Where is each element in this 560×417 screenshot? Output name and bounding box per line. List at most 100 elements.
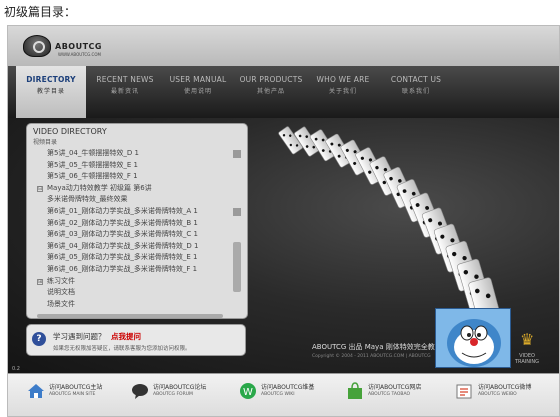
nav-label-en: DIRECTORY (26, 75, 76, 84)
link-label-en: ABOUTCG TAOBAO (368, 392, 411, 397)
nav-label-cn: 使用说明 (183, 88, 212, 95)
weibo-icon (456, 384, 472, 399)
nav-label-en: CONTACT US (390, 75, 442, 84)
horizontal-scrollbar[interactable] (37, 314, 223, 318)
nav-label-cn: 教学目录 (36, 88, 65, 95)
video-list: 第5讲_04_牛顿摆摆特效_D 1 第5讲_05_牛顿摆摆特效_E 1 第5讲_… (31, 148, 227, 316)
list-item-label: 第5讲_05_牛顿摆摆特效_E 1 (47, 160, 138, 169)
vertical-scrollbar[interactable] (232, 148, 242, 314)
list-item[interactable]: 多米诺骨牌特效_最终效果 (31, 194, 227, 206)
nav-label-en: RECENT NEWS (96, 75, 154, 84)
panel-title: VIDEO DIRECTORY (33, 127, 107, 136)
video-training-label: VIDEO TRAINING (515, 353, 539, 365)
nav-label-cn: 最新资讯 (110, 88, 139, 95)
expand-icon[interactable]: ⊞ (37, 278, 43, 285)
list-item-label: 第6讲_01_刚体动力学实战_多米诺骨牌特效_A 1 (47, 206, 198, 215)
main-site-link[interactable]: 访问ABOUTCG主站 ABOUTCG MAIN SITE (26, 382, 102, 412)
list-item-label: 多米诺骨牌特效_最终效果 (47, 195, 128, 204)
link-label-cn: 访问ABOUTCG微博 (478, 384, 532, 391)
nav-recent-news[interactable]: RECENT NEWS 最新资讯 (90, 66, 160, 118)
link-label-cn: 访问ABOUTCG网店 (368, 384, 422, 391)
nav-label-cn: 联系我们 (401, 88, 430, 95)
list-item[interactable]: 第6讲_01_刚体动力学实战_多米诺骨牌特效_A 1 (31, 206, 227, 218)
list-folder[interactable]: ⊟ Maya动力特效教学 初级篇 第6讲 (31, 183, 227, 195)
list-item-label: 第6讲_06_刚体动力学实战_多米诺骨牌特效_F 1 (47, 264, 198, 273)
help-note: 如果您无权限加答疑区，请联系客服为您添加访问权限。 (53, 346, 191, 352)
link-label-en: ABOUTCG FORUM (153, 392, 193, 397)
list-item[interactable]: 场景文件 (31, 299, 227, 311)
nav-label-en: OUR PRODUCTS (239, 75, 303, 84)
list-item-label: 练习文件 (47, 276, 75, 285)
link-label-cn: 访问ABOUTCG论坛 (153, 384, 207, 391)
list-item-label: 第5讲_06_牛顿摆摆特效_F 1 (47, 172, 138, 181)
main-nav: DIRECTORY 教学目录 RECENT NEWS 最新资讯 USER MAN… (8, 66, 559, 118)
logo-name: ABOUTCG (55, 41, 102, 51)
nav-label-en: WHO WE ARE (316, 75, 370, 84)
shopping-bag-icon (348, 382, 362, 399)
list-item[interactable]: 第5讲_06_牛顿摆摆特效_F 1 (31, 171, 227, 183)
help-question: 学习遇到问题？ (53, 332, 106, 341)
list-item[interactable]: 第6讲_04_刚体动力学实战_多米诺骨牌特效_D 1 (31, 241, 227, 253)
help-box: ? 学习遇到问题？ 点我提问 如果您无权限加答疑区，请联系客服为您添加访问权限。 (26, 324, 246, 356)
taobao-link[interactable]: 访问ABOUTCG网店 ABOUTCG TAOBAO (345, 382, 421, 412)
domino-illustration (278, 126, 503, 332)
doraemon-avatar (435, 308, 511, 368)
nav-label-cn: 其他产品 (256, 88, 285, 95)
list-item-label: 场景文件 (47, 299, 75, 308)
crown-icon: ♛ (520, 330, 535, 349)
list-item-label: 第6讲_04_刚体动力学实战_多米诺骨牌特效_D 1 (47, 241, 199, 250)
top-bar: ABOUTCG WWW.ABOUTCG.COM (8, 26, 559, 66)
nav-contact-us[interactable]: CONTACT US 联系我们 (381, 66, 451, 118)
logo-url: WWW.ABOUTCG.COM (58, 52, 101, 57)
chat-icon (132, 384, 148, 399)
nav-label-en: USER MANUAL (169, 75, 227, 84)
page-caption: 初级篇目录： (4, 5, 77, 19)
collapse-icon[interactable]: ⊟ (37, 185, 43, 192)
video-directory-panel: VIDEO DIRECTORY 视频目录 第5讲_04_牛顿摆摆特效_D 1 第… (26, 123, 248, 319)
scroll-marker[interactable] (233, 150, 241, 158)
link-label-cn: 访问ABOUTCG主站 (49, 384, 103, 391)
question-icon: ? (32, 332, 46, 346)
link-label-en: ABOUTCG MAIN SITE (49, 392, 96, 397)
version-label: 0.2 (12, 366, 20, 372)
nav-who-we-are[interactable]: WHO WE ARE 关于我们 (308, 66, 378, 118)
list-item[interactable]: 第6讲_03_刚体动力学实战_多米诺骨牌特效_C 1 (31, 229, 227, 241)
wiki-icon: W (240, 383, 256, 399)
logo-icon (23, 35, 51, 57)
link-label-en: ABOUTCG WEIBO (478, 392, 517, 397)
list-item[interactable]: 第5讲_05_牛顿摆摆特效_E 1 (31, 160, 227, 172)
list-item-label: 第6讲_03_刚体动力学实战_多米诺骨牌特效_C 1 (47, 230, 198, 239)
list-item-label: 说明文档 (47, 288, 75, 297)
copyright: Copyright © 2004 - 2011 ABOUTCG.COM | AB… (312, 354, 431, 359)
doraemon-face-icon (447, 319, 501, 367)
list-item-label: 第6讲_05_刚体动力学实战_多米诺骨牌特效_E 1 (47, 253, 198, 262)
list-item-label: Maya动力特效教学 初级篇 第6讲 (47, 183, 152, 192)
nav-user-manual[interactable]: USER MANUAL 使用说明 (163, 66, 233, 118)
list-item[interactable]: 说明文档 (31, 287, 227, 299)
list-item[interactable]: 第6讲_05_刚体动力学实战_多米诺骨牌特效_E 1 (31, 252, 227, 264)
wiki-link[interactable]: W 访问ABOUTCG维基 ABOUTCG WIKI (238, 382, 314, 412)
video-label-line: TRAINING (515, 359, 540, 365)
panel-subtitle: 视频目录 (33, 139, 58, 146)
list-item-label: 第6讲_02_刚体动力学实战_多米诺骨牌特效_B 1 (47, 218, 198, 227)
link-label-en: ABOUTCG WIKI (261, 392, 295, 397)
svg-text:W: W (243, 387, 253, 398)
list-item[interactable]: 第6讲_02_刚体动力学实战_多米诺骨牌特效_B 1 (31, 218, 227, 230)
forum-link[interactable]: 访问ABOUTCG论坛 ABOUTCG FORUM (130, 382, 206, 412)
list-folder[interactable]: ⊞ 练习文件 (31, 276, 227, 288)
link-label-cn: 访问ABOUTCG维基 (261, 384, 315, 391)
nav-directory[interactable]: DIRECTORY 教学目录 (16, 66, 86, 118)
app-window: ABOUTCG WWW.ABOUTCG.COM DIRECTORY 教学目录 R… (7, 25, 560, 417)
nav-label-cn: 关于我们 (328, 88, 357, 95)
product-title: ABOUTCG 出品 Maya 刚体特效完全教学 (312, 343, 442, 351)
list-item[interactable]: 第6讲_06_刚体动力学实战_多米诺骨牌特效_F 1 (31, 264, 227, 276)
list-item-label: 第5讲_04_牛顿摆摆特效_D 1 (47, 149, 139, 157)
scroll-thumb[interactable] (233, 242, 241, 292)
weibo-link[interactable]: 访问ABOUTCG微博 ABOUTCG WEIBO (455, 382, 531, 412)
list-item[interactable]: 第5讲_04_牛顿摆摆特效_D 1 (31, 148, 227, 160)
scroll-marker[interactable] (233, 208, 241, 216)
bottom-link-bar: 访问ABOUTCG主站 ABOUTCG MAIN SITE 访问ABOUTCG论坛… (8, 373, 559, 416)
nav-our-products[interactable]: OUR PRODUCTS 其他产品 (236, 66, 306, 118)
ask-question-link[interactable]: 点我提问 (111, 331, 141, 342)
content-stage: VIDEO DIRECTORY 视频目录 第5讲_04_牛顿摆摆特效_D 1 第… (8, 118, 559, 373)
